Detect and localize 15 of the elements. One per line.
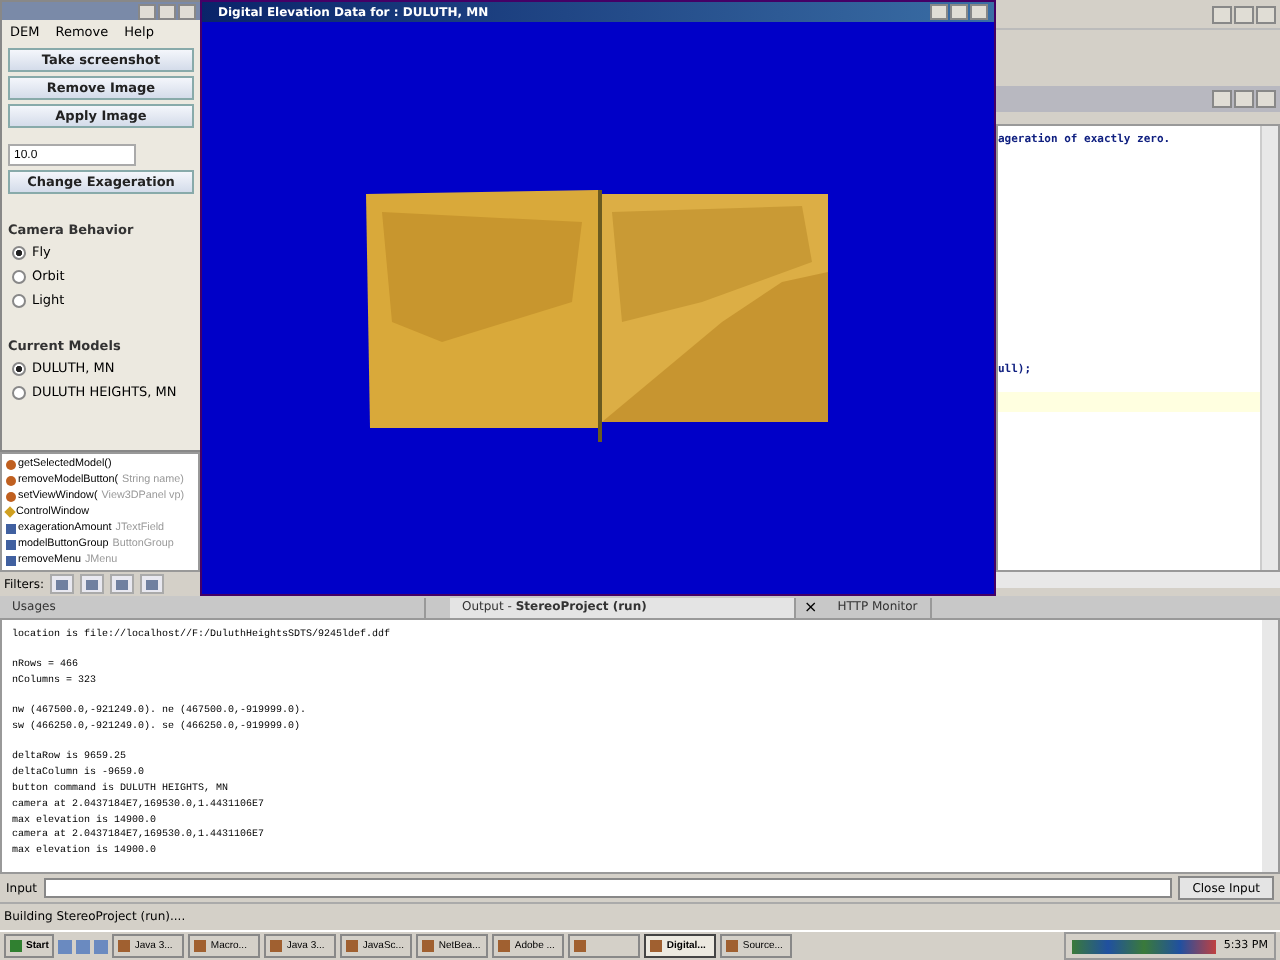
filter-button[interactable] [140, 574, 165, 594]
scrollbar[interactable] [1262, 620, 1278, 873]
close-icon[interactable]: × [804, 598, 818, 616]
scrollbar[interactable] [1260, 126, 1278, 570]
editor-controls-icon[interactable] [1212, 90, 1276, 108]
window-controls-icon[interactable] [1212, 5, 1276, 23]
window-controls-icon[interactable] [138, 3, 196, 19]
filter-button[interactable] [50, 574, 75, 594]
window-controls-icon[interactable] [930, 4, 988, 20]
input-field[interactable] [43, 878, 1173, 899]
constructor-icon [4, 506, 16, 518]
filter-button[interactable] [110, 574, 135, 594]
taskbar-button[interactable] [568, 934, 641, 958]
scrollbar[interactable] [996, 572, 1280, 588]
filter-button[interactable] [80, 574, 105, 594]
